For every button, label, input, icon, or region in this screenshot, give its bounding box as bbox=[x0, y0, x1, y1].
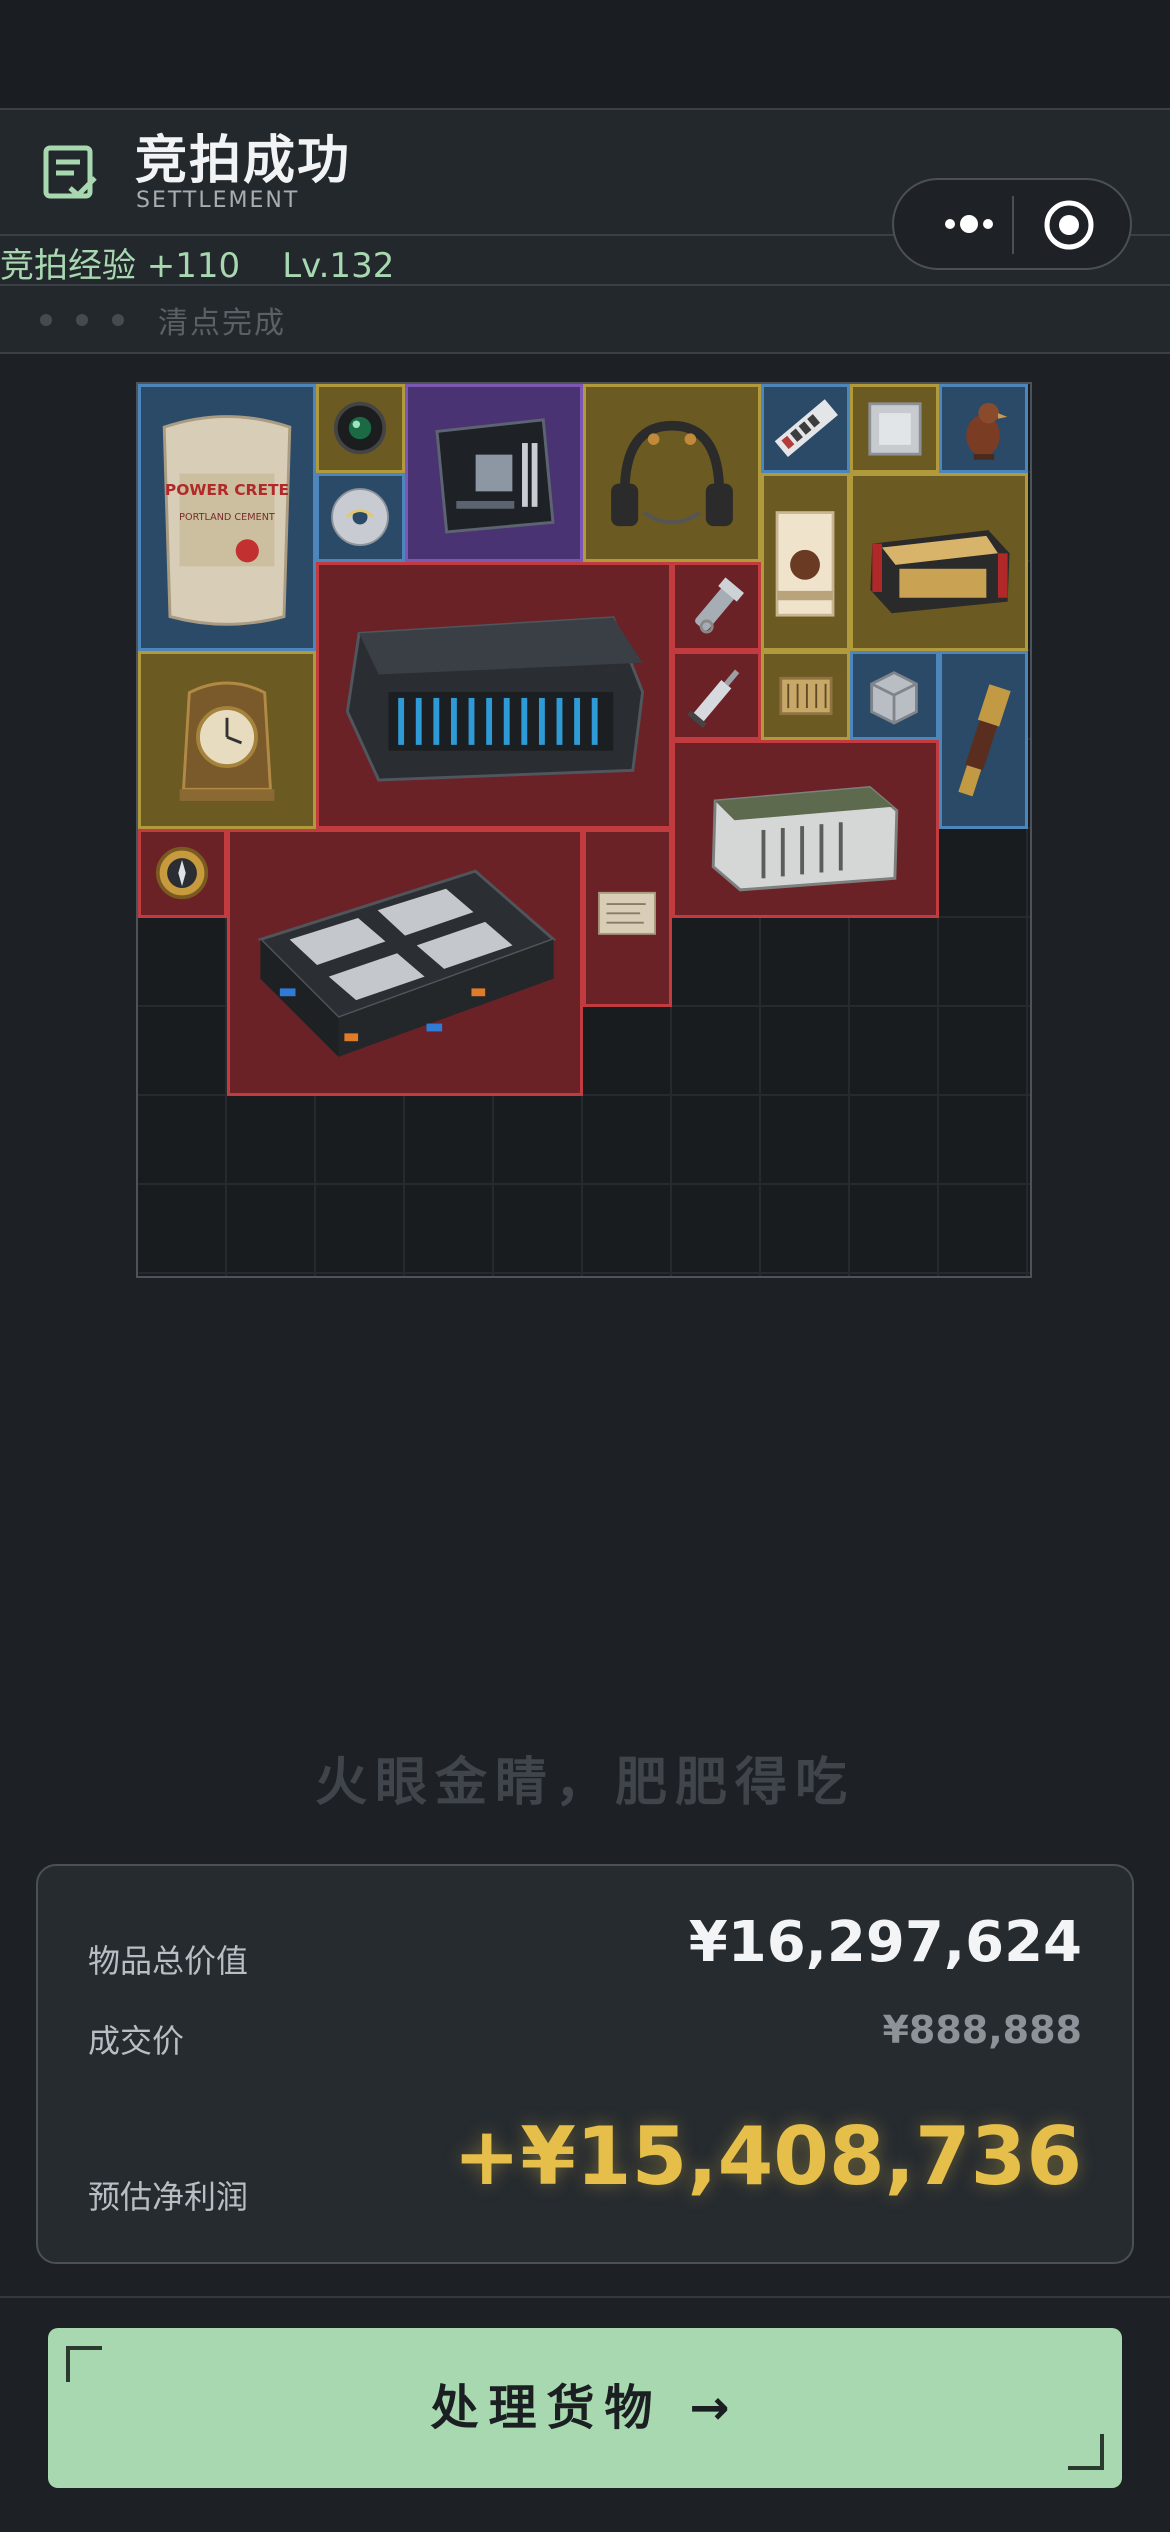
mini-program-capsule bbox=[892, 178, 1132, 270]
progress-text: 清点完成 bbox=[158, 306, 286, 341]
item-military-crate[interactable] bbox=[672, 740, 939, 918]
target-close-icon[interactable] bbox=[1042, 198, 1096, 252]
slogan: 火眼金睛，肥肥得吃 bbox=[314, 1753, 855, 1813]
item-coffee-box[interactable] bbox=[761, 473, 850, 651]
cement-bag-label: POWER CRETE bbox=[165, 481, 289, 499]
more-dots-icon[interactable] bbox=[924, 202, 1014, 246]
item-cpu-chip[interactable] bbox=[850, 384, 939, 473]
document-check-icon bbox=[40, 142, 100, 202]
total-value: ¥16,297,624 bbox=[688, 1910, 1082, 1975]
item-cement-bag[interactable]: POWER CRETE PORTLAND CEMENT bbox=[138, 384, 316, 651]
divider bbox=[0, 352, 1170, 354]
item-flashlight[interactable] bbox=[672, 562, 761, 651]
settlement-summary: 物品总价值 ¥16,297,624 成交价 ¥888,888 预估净利润 +¥1… bbox=[36, 1864, 1134, 2264]
item-metal-cube[interactable] bbox=[850, 651, 939, 740]
item-cd-disc[interactable] bbox=[316, 473, 405, 562]
progress-dot bbox=[112, 314, 124, 326]
divider bbox=[0, 108, 1170, 110]
progress-indicator: 清点完成 bbox=[40, 300, 286, 341]
item-ram-stick[interactable] bbox=[761, 384, 850, 473]
deal-price-label: 成交价 bbox=[88, 2022, 185, 2060]
process-goods-button[interactable]: 处理货物 → bbox=[48, 2328, 1122, 2488]
item-camera-lens[interactable] bbox=[316, 384, 405, 473]
total-value-label: 物品总价值 bbox=[88, 1942, 249, 1980]
status-bar-area bbox=[0, 0, 1170, 108]
level-text: Lv.132 bbox=[282, 246, 395, 286]
process-goods-label: 处理货物 → bbox=[430, 2380, 740, 2436]
inventory-grid: POWER CRETE PORTLAND CEMENT bbox=[136, 382, 1032, 1278]
divider bbox=[0, 2296, 1170, 2298]
net-profit: +¥15,408,736 bbox=[453, 2110, 1082, 2203]
experience-row: 竞拍经验 +110 Lv.132 bbox=[0, 238, 394, 287]
page-subtitle: SETTLEMENT bbox=[136, 188, 300, 213]
net-profit-label: 预估净利润 bbox=[88, 2178, 249, 2216]
exp-text: 竞拍经验 +110 bbox=[0, 246, 241, 286]
corner-bracket-icon bbox=[1068, 2434, 1104, 2470]
item-motherboard[interactable] bbox=[405, 384, 583, 562]
page-title: 竞拍成功 bbox=[135, 131, 352, 191]
item-syringe[interactable] bbox=[672, 651, 761, 740]
item-ammo-crate[interactable] bbox=[850, 473, 1028, 651]
progress-dot bbox=[76, 314, 88, 326]
item-old-document[interactable] bbox=[583, 829, 672, 1007]
item-gpu-rack[interactable] bbox=[227, 829, 583, 1096]
cement-bag-sublabel: PORTLAND CEMENT bbox=[179, 512, 275, 523]
capsule-divider bbox=[1012, 196, 1014, 254]
item-mantel-clock[interactable] bbox=[138, 651, 316, 829]
item-circuit-chip[interactable] bbox=[761, 651, 850, 740]
item-telescope[interactable] bbox=[939, 651, 1028, 829]
deal-price: ¥888,888 bbox=[882, 2008, 1082, 2052]
item-server-case[interactable] bbox=[316, 562, 672, 829]
progress-dot bbox=[40, 314, 52, 326]
item-headset[interactable] bbox=[583, 384, 761, 562]
item-bird-figurine[interactable] bbox=[939, 384, 1028, 473]
item-compass[interactable] bbox=[138, 829, 227, 918]
